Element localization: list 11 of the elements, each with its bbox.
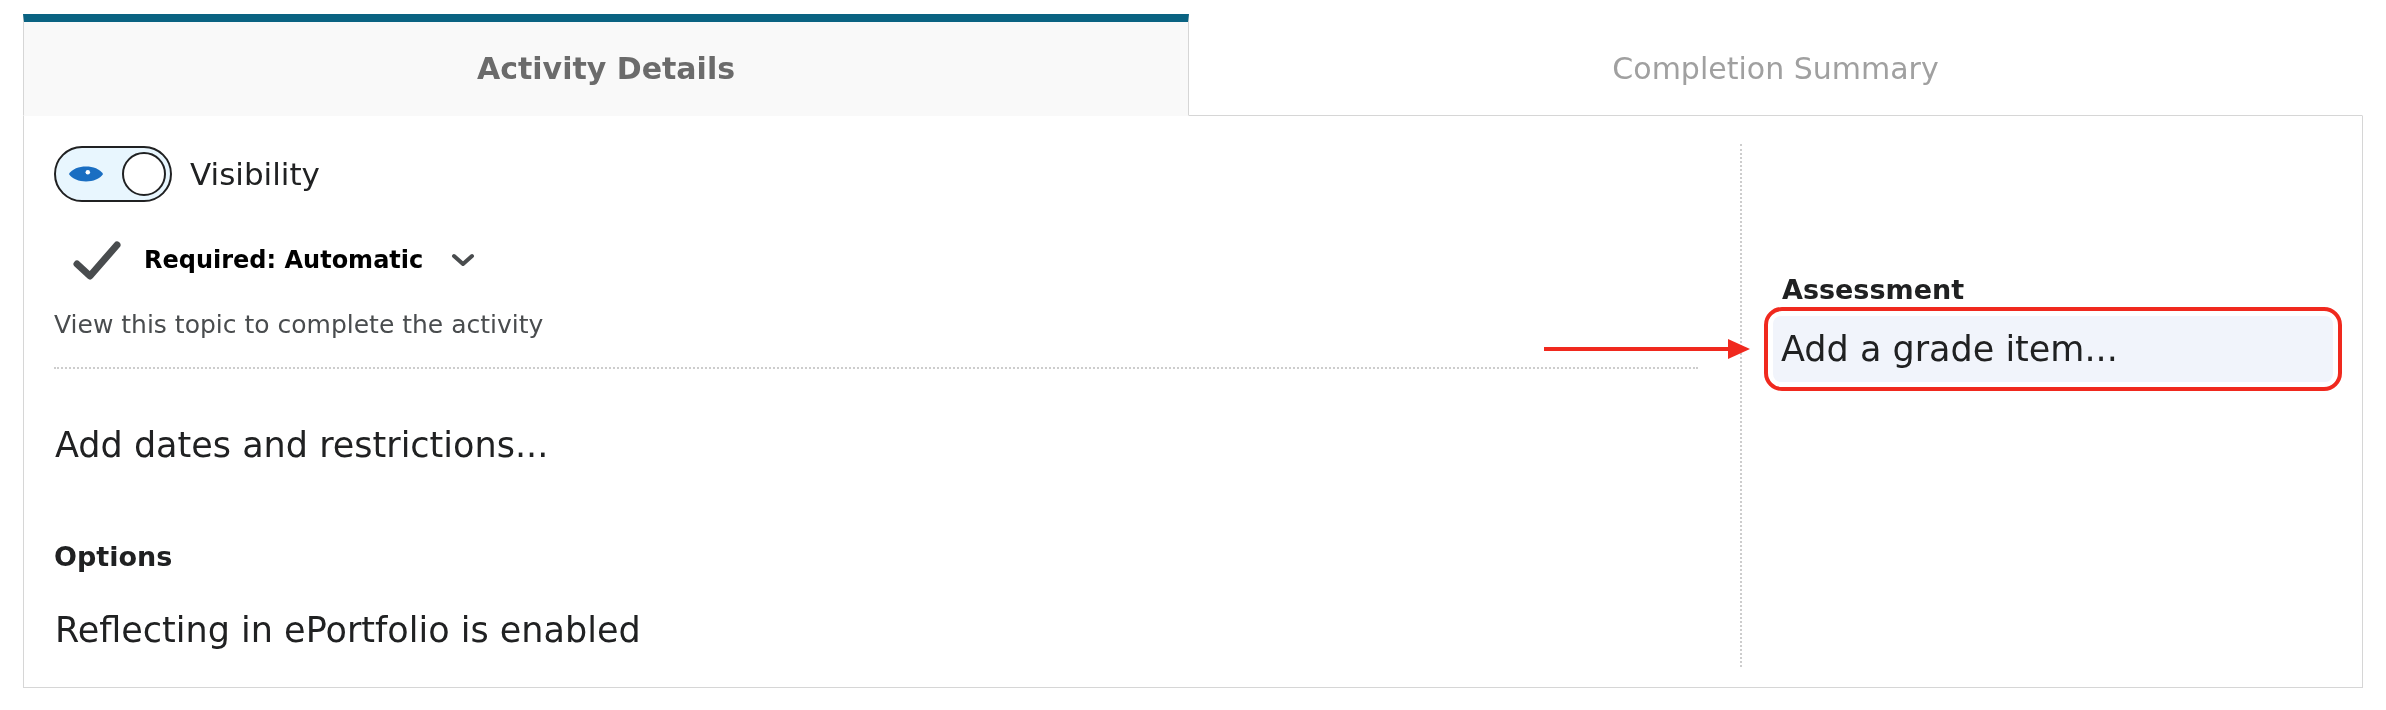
assessment-heading: Assessment: [1782, 274, 1965, 305]
dates-link[interactable]: Add dates and restrictions...: [55, 425, 549, 465]
options-text: Reflecting in ePortfolio is enabled: [55, 610, 641, 650]
completion-dropdown[interactable]: Required: Automatic: [144, 246, 424, 274]
completion-description: View this topic to complete the activity: [54, 310, 544, 339]
visibility-label: Visibility: [190, 156, 320, 192]
tab[interactable]: Activity Details: [23, 14, 1189, 116]
visibility-toggle[interactable]: [54, 146, 172, 202]
chevron-down-icon[interactable]: [451, 252, 476, 268]
options-heading: Options: [54, 541, 173, 572]
grade-item-field[interactable]: Add a grade item...: [1773, 316, 2333, 382]
